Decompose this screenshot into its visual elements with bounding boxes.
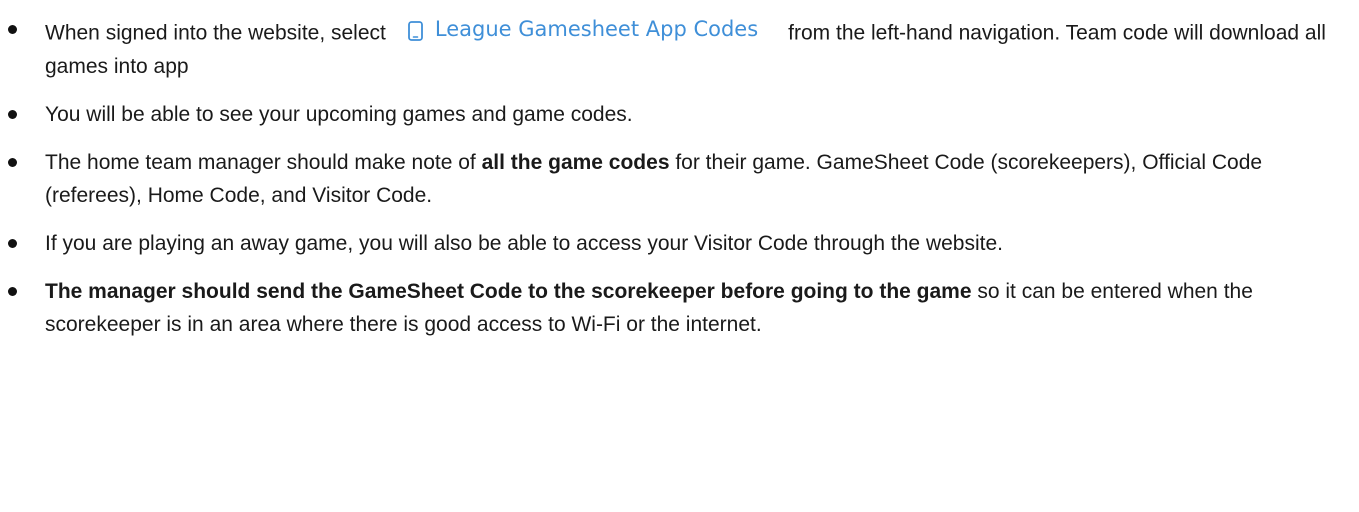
bullet-dot — [8, 157, 17, 167]
mobile-phone-icon — [407, 20, 423, 41]
item-text: If you are playing an away game, you wil… — [45, 231, 1003, 255]
item-text-bold: The manager should send the GameSheet Co… — [45, 279, 972, 303]
bullet-dot — [8, 109, 17, 119]
item-text: You will be able to see your upcoming ga… — [45, 102, 633, 126]
list-item: The manager should send the GameSheet Co… — [6, 275, 1350, 341]
bullet-dot — [8, 238, 17, 248]
league-gamesheet-app-codes-link[interactable]: League Gamesheet App Codes — [407, 13, 759, 46]
list-item: The home team manager should make note o… — [6, 146, 1350, 212]
list-item: When signed into the website, select Leag… — [6, 13, 1350, 83]
list-item: You will be able to see your upcoming ga… — [6, 98, 1350, 131]
bullet-dot — [8, 25, 17, 34]
instruction-list: When signed into the website, select Leag… — [0, 13, 1359, 341]
bullet-dot — [8, 286, 17, 296]
list-item: If you are playing an away game, you wil… — [6, 227, 1350, 260]
item-text-before: The home team manager should make note o… — [45, 150, 482, 174]
nav-link-label: League Gamesheet App Codes — [434, 17, 759, 41]
item-text-before: When signed into the website, select — [45, 21, 386, 45]
document-page: When signed into the website, select Leag… — [0, 0, 1359, 512]
item-text-bold: all the game codes — [481, 150, 670, 174]
